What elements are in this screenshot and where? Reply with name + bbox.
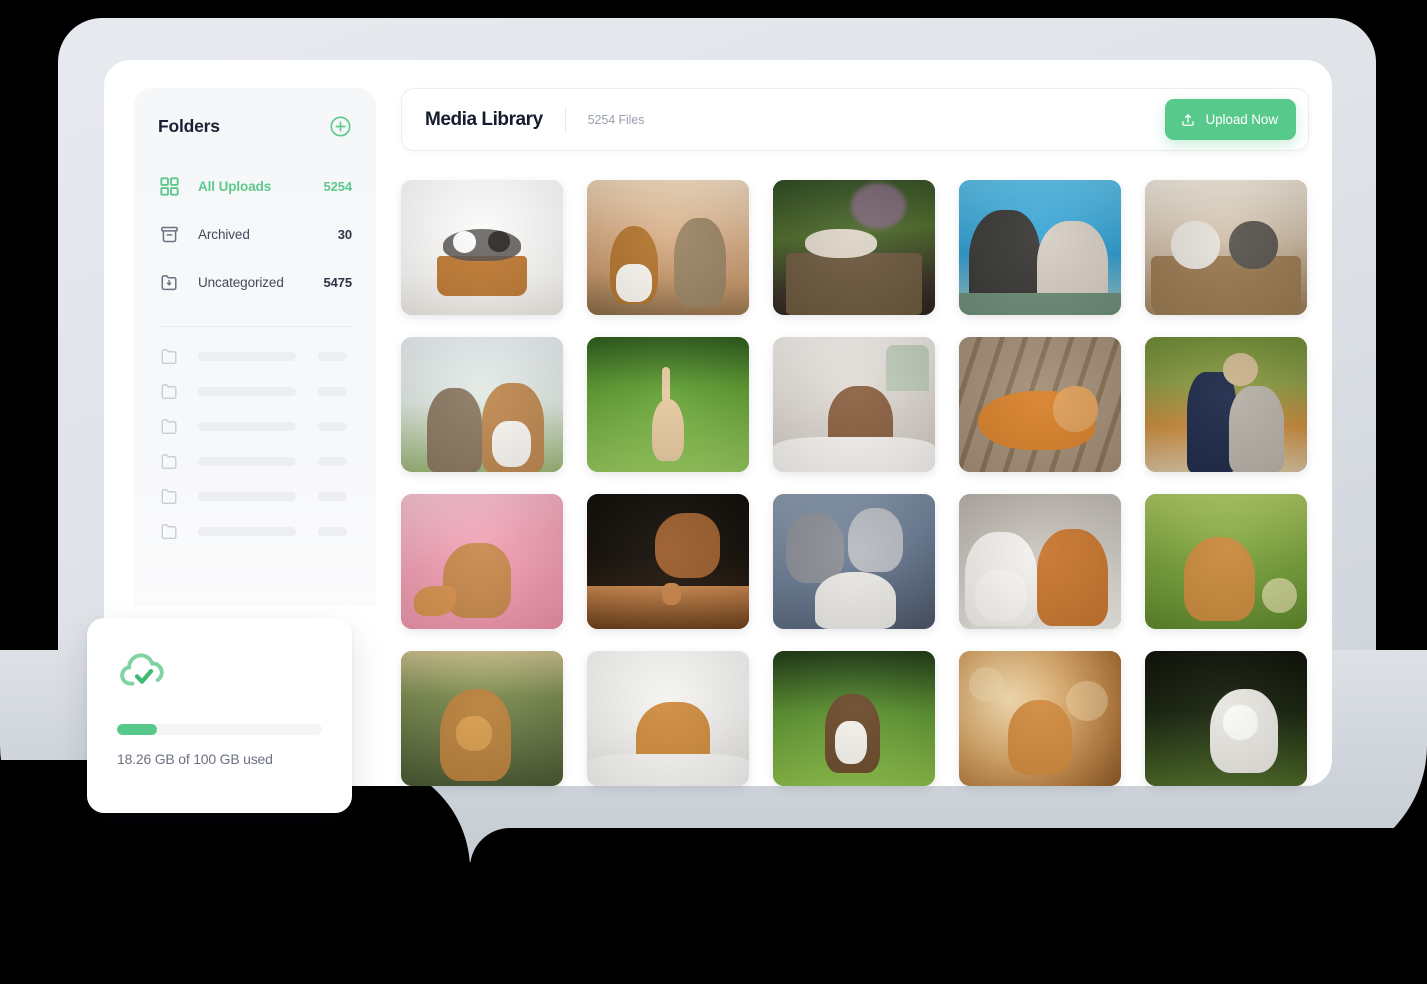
- folder-skeleton-name-bar: [198, 457, 296, 466]
- media-thumbnail[interactable]: [959, 651, 1121, 786]
- media-thumbnail-image: [401, 651, 563, 786]
- folder-outline-icon: [158, 347, 180, 366]
- folder-skeleton-row: [134, 444, 376, 479]
- folder-skeleton-count-bar: [318, 527, 347, 536]
- sidebar-item-label: All Uploads: [198, 178, 272, 194]
- folder-skeleton-count-bar: [318, 422, 347, 431]
- upload-now-button-label: Upload Now: [1205, 112, 1278, 127]
- media-thumbnail-image: [587, 651, 749, 786]
- folder-skeleton-name-bar: [198, 387, 296, 396]
- folder-skeleton-name-bar: [198, 492, 296, 501]
- upload-now-button[interactable]: Upload Now: [1165, 99, 1296, 140]
- cloud-check-icon: [117, 648, 322, 710]
- sidebar-item-label: Uncategorized: [198, 274, 284, 290]
- folder-skeleton-row: [134, 514, 376, 549]
- media-thumbnail[interactable]: [401, 494, 563, 629]
- folder-skeleton-list: [134, 339, 376, 549]
- media-thumbnail[interactable]: [401, 337, 563, 472]
- media-thumbnail-image: [401, 337, 563, 472]
- upload-tray-icon: [1180, 112, 1196, 128]
- media-thumbnail[interactable]: [1145, 494, 1307, 629]
- media-thumbnail[interactable]: [773, 180, 935, 315]
- media-thumbnail-image: [1145, 180, 1307, 315]
- file-count-label: 5254 Files: [587, 112, 645, 127]
- library-header-card: Media Library 5254 Files Upload Now: [401, 88, 1309, 151]
- media-thumbnail-image: [959, 494, 1121, 629]
- media-thumbnail-image: [1145, 337, 1307, 472]
- media-thumbnail-image: [401, 180, 563, 315]
- folder-outline-icon: [158, 382, 180, 401]
- media-thumbnail-image: [773, 651, 935, 786]
- media-thumbnail-image: [959, 180, 1121, 315]
- sidebar-divider: [158, 326, 352, 327]
- media-photo-grid: [401, 180, 1309, 786]
- folder-skeleton-count-bar: [318, 457, 347, 466]
- folder-download-icon: [158, 271, 180, 293]
- media-thumbnail[interactable]: [587, 337, 749, 472]
- storage-usage-card: 18.26 GB of 100 GB used: [87, 618, 352, 813]
- folder-skeleton-name-bar: [198, 422, 296, 431]
- storage-progress-fill: [117, 724, 157, 735]
- media-thumbnail-image: [587, 337, 749, 472]
- media-thumbnail-image: [1145, 651, 1307, 786]
- sidebar-item-label: Archived: [198, 226, 250, 242]
- media-thumbnail[interactable]: [1145, 651, 1307, 786]
- folder-skeleton-count-bar: [318, 387, 347, 396]
- media-thumbnail-image: [959, 337, 1121, 472]
- sidebar-item-archived[interactable]: Archived 30: [134, 210, 376, 258]
- media-thumbnail-image: [1145, 494, 1307, 629]
- media-thumbnail[interactable]: [587, 651, 749, 786]
- media-thumbnail[interactable]: [1145, 337, 1307, 472]
- device-frame-bottom-mask: [0, 862, 1427, 984]
- sidebar-header: Folders: [134, 88, 376, 138]
- grid-icon: [158, 175, 180, 197]
- folder-skeleton-name-bar: [198, 352, 296, 361]
- media-thumbnail-image: [959, 651, 1121, 786]
- folder-skeleton-count-bar: [318, 492, 347, 501]
- folder-outline-icon: [158, 452, 180, 471]
- main-content: Media Library 5254 Files Upload Now: [401, 88, 1309, 786]
- sidebar-title: Folders: [158, 115, 220, 136]
- sidebar: Folders All Uploads 5254 Archived 30 Unc…: [134, 88, 376, 606]
- sidebar-item-all-uploads[interactable]: All Uploads 5254: [134, 162, 376, 210]
- storage-usage-label: 18.26 GB of 100 GB used: [117, 751, 273, 767]
- folder-skeleton-name-bar: [198, 527, 296, 536]
- media-thumbnail[interactable]: [401, 180, 563, 315]
- circle-plus-icon[interactable]: [328, 114, 352, 138]
- media-thumbnail[interactable]: [959, 180, 1121, 315]
- media-thumbnail-image: [587, 180, 749, 315]
- page-title: Media Library: [425, 108, 543, 130]
- media-thumbnail-image: [773, 494, 935, 629]
- media-thumbnail[interactable]: [1145, 180, 1307, 315]
- media-thumbnail[interactable]: [587, 180, 749, 315]
- media-thumbnail[interactable]: [773, 494, 935, 629]
- media-thumbnail[interactable]: [773, 651, 935, 786]
- media-thumbnail-image: [401, 494, 563, 629]
- folder-list: All Uploads 5254 Archived 30 Uncategoriz…: [134, 162, 376, 306]
- archive-box-icon: [158, 223, 180, 245]
- folder-skeleton-row: [134, 479, 376, 514]
- media-thumbnail[interactable]: [587, 494, 749, 629]
- media-thumbnail[interactable]: [959, 337, 1121, 472]
- sidebar-item-count: 30: [337, 226, 352, 242]
- folder-outline-icon: [158, 522, 180, 541]
- folder-skeleton-row: [134, 374, 376, 409]
- media-thumbnail-image: [773, 180, 935, 315]
- folder-skeleton-count-bar: [318, 352, 347, 361]
- storage-progress-bar[interactable]: [117, 724, 322, 735]
- folder-skeleton-row: [134, 409, 376, 444]
- sidebar-item-count: 5254: [323, 178, 352, 194]
- media-thumbnail[interactable]: [773, 337, 935, 472]
- media-thumbnail[interactable]: [959, 494, 1121, 629]
- header-divider: [564, 106, 566, 133]
- media-thumbnail-image: [773, 337, 935, 472]
- folder-outline-icon: [158, 417, 180, 436]
- media-thumbnail[interactable]: [401, 651, 563, 786]
- media-thumbnail-image: [587, 494, 749, 629]
- sidebar-item-count: 5475: [323, 274, 352, 290]
- folder-skeleton-row: [134, 339, 376, 374]
- screenshot-stage: Folders All Uploads 5254 Archived 30 Unc…: [0, 0, 1427, 984]
- sidebar-item-uncategorized[interactable]: Uncategorized 5475: [134, 258, 376, 306]
- folder-outline-icon: [158, 487, 180, 506]
